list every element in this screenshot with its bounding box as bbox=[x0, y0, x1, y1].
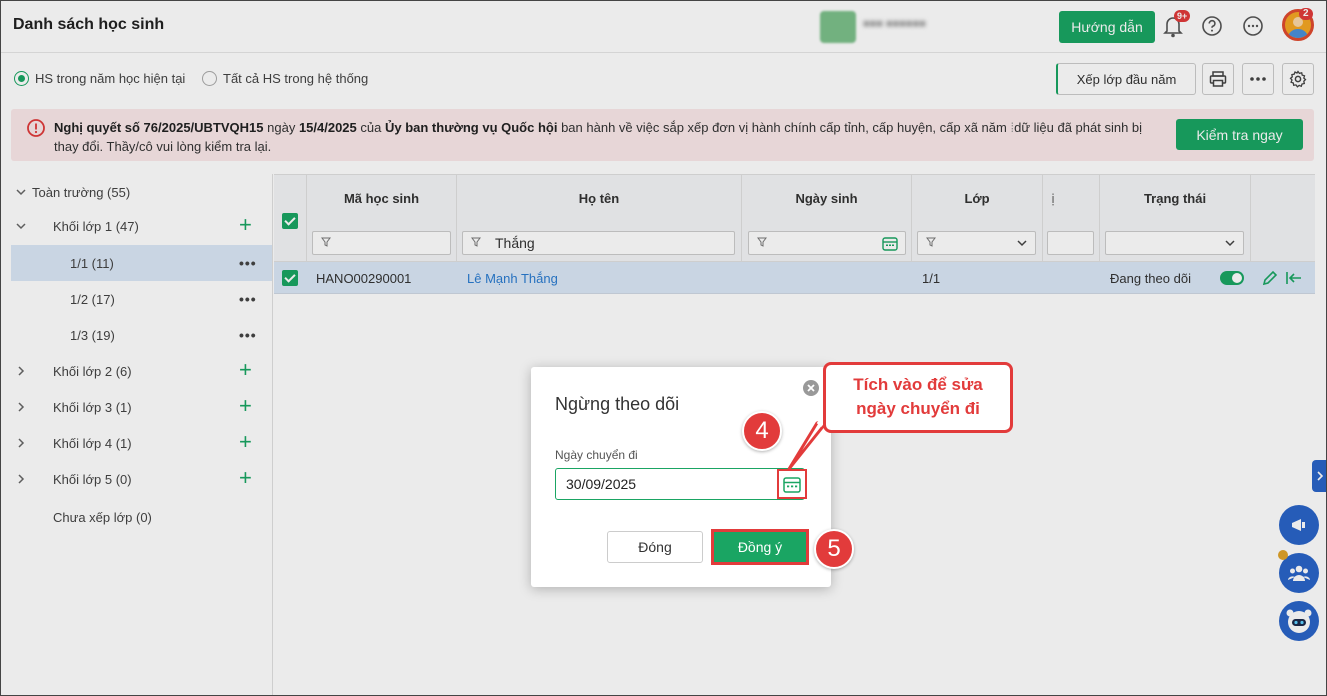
step-5-marker: 5 bbox=[814, 529, 854, 569]
dialog-close-button[interactable]: Đóng bbox=[607, 531, 703, 563]
app-window: Danh sách học sinh ■■■ ■■■■■■ Hướng dẫn … bbox=[0, 0, 1327, 696]
leave-date-input[interactable]: 30/09/2025 bbox=[555, 468, 805, 500]
modal-overlay bbox=[1, 1, 1326, 695]
close-icon[interactable] bbox=[803, 380, 819, 396]
leave-date-label: Ngày chuyển đi bbox=[555, 448, 638, 462]
dialog-confirm-button[interactable]: Đồng ý bbox=[711, 529, 809, 565]
callout-line-2: ngày chuyển đi bbox=[856, 399, 980, 418]
instruction-callout: Tích vào để sửa ngày chuyển đi bbox=[823, 362, 1013, 433]
dialog-title: Ngừng theo dõi bbox=[555, 394, 680, 414]
step-4-marker: 4 bbox=[742, 411, 782, 451]
callout-line-1: Tích vào để sửa bbox=[853, 375, 983, 394]
